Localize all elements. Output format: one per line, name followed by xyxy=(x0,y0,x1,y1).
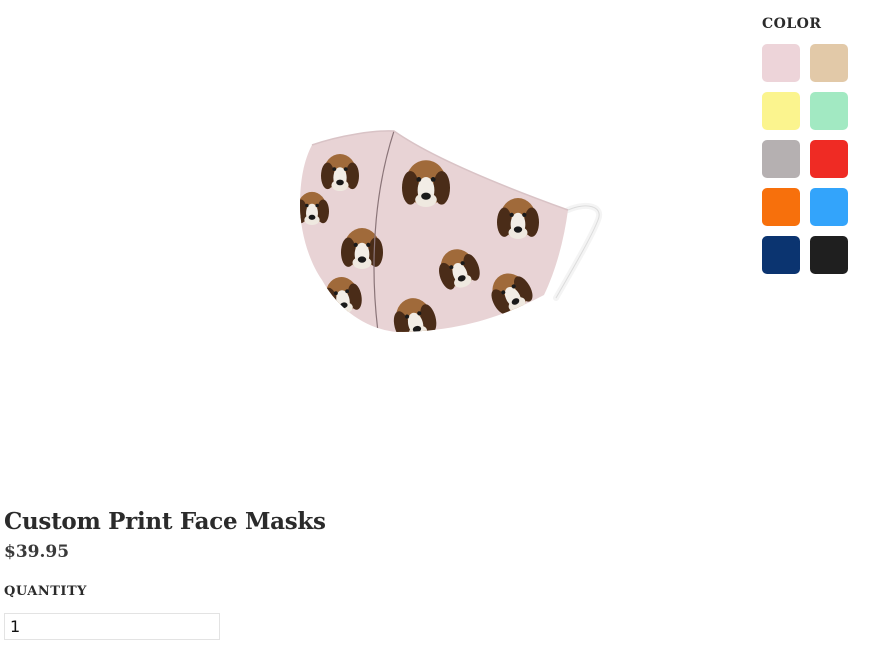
color-swatch-black[interactable] xyxy=(810,236,848,274)
color-swatch-orange[interactable] xyxy=(762,188,800,226)
color-swatch-yellow[interactable] xyxy=(762,92,800,130)
product-title: Custom Print Face Masks xyxy=(4,508,326,535)
color-swatch-mint[interactable] xyxy=(810,92,848,130)
color-swatch-sky-blue[interactable] xyxy=(810,188,848,226)
quantity-input[interactable] xyxy=(4,613,220,640)
color-swatch-pink[interactable] xyxy=(762,44,800,82)
product-price: $39.95 xyxy=(4,542,70,562)
color-swatch-red[interactable] xyxy=(810,140,848,178)
color-selector: COLOR xyxy=(762,15,862,274)
color-swatch-grid xyxy=(762,44,862,274)
product-image xyxy=(286,120,606,340)
color-label: COLOR xyxy=(762,16,822,32)
quantity-label: QUANTITY xyxy=(4,584,87,599)
color-swatch-tan[interactable] xyxy=(810,44,848,82)
color-swatch-gray[interactable] xyxy=(762,140,800,178)
face-mask-icon xyxy=(300,130,603,332)
color-swatch-navy[interactable] xyxy=(762,236,800,274)
